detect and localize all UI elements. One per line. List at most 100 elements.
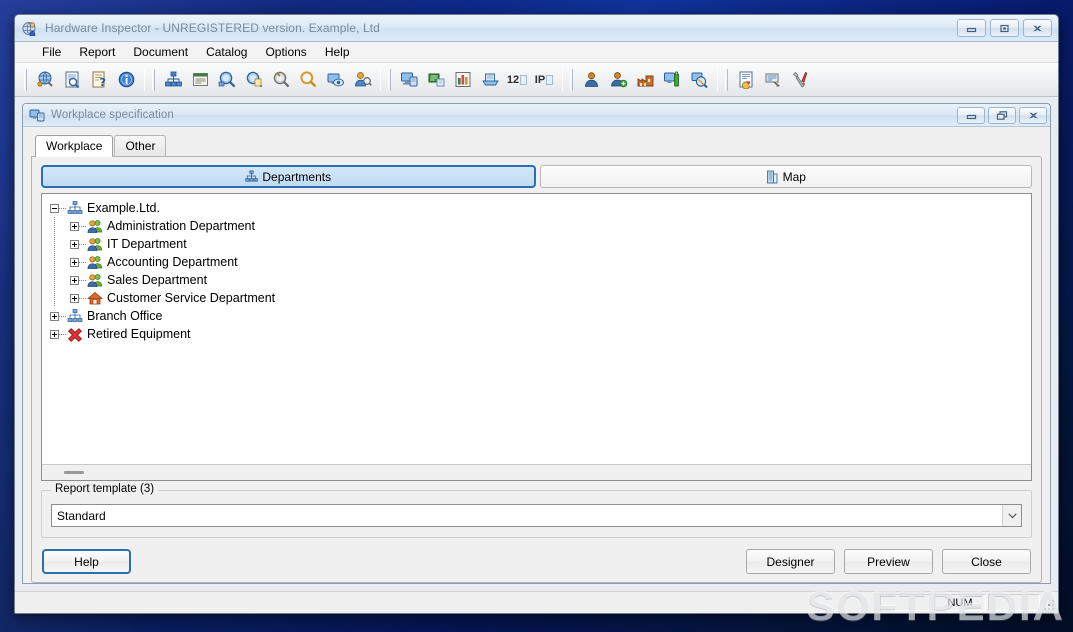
- add-employee-button[interactable]: [606, 68, 631, 92]
- tree-node-accounting-department[interactable]: Accounting Department: [50, 253, 1031, 271]
- close-button-dialog[interactable]: Close: [942, 549, 1031, 574]
- equipment-search-button[interactable]: [687, 68, 712, 92]
- menu-item-options[interactable]: Options: [256, 43, 315, 61]
- info-button[interactable]: [114, 68, 139, 92]
- main-application-window: Hardware Inspector - UNREGISTERED versio…: [14, 14, 1059, 614]
- toolbar-grip[interactable]: [24, 68, 27, 91]
- network-button[interactable]: [424, 68, 449, 92]
- export-button[interactable]: [761, 68, 786, 92]
- tree-expander-expand-icon[interactable]: [70, 221, 79, 231]
- department-tree[interactable]: Example.Ltd. Administration Department I…: [42, 194, 1031, 464]
- splitter-grip-icon: [64, 471, 84, 474]
- org-tree-icon: [245, 170, 259, 183]
- menu-item-document[interactable]: Document: [124, 43, 197, 61]
- toolbar: ? 12 IP: [15, 63, 1058, 97]
- document-help-button[interactable]: ?: [87, 68, 112, 92]
- numbering-button[interactable]: 12: [505, 68, 530, 92]
- minimize-button[interactable]: [957, 19, 986, 37]
- reports-button[interactable]: [734, 68, 759, 92]
- child-window-body: Workplace Other Departments Map Example.…: [23, 127, 1050, 583]
- people-icon: [87, 236, 103, 252]
- menu-item-file[interactable]: File: [33, 43, 70, 61]
- find-other-button[interactable]: [269, 68, 294, 92]
- close-button[interactable]: [1023, 19, 1052, 37]
- menu-item-report[interactable]: Report: [70, 43, 124, 61]
- find-user-button[interactable]: [350, 68, 375, 92]
- org-tree-icon: [67, 200, 83, 216]
- find-equipment-button[interactable]: [215, 68, 240, 92]
- ip-address-button[interactable]: IP: [532, 68, 557, 92]
- toolbar-group-reports: [733, 67, 814, 93]
- tab-workplace[interactable]: Workplace: [35, 135, 114, 157]
- chevron-down-icon[interactable]: [1002, 505, 1021, 526]
- child-restore-button[interactable]: [988, 106, 1016, 124]
- child-close-button[interactable]: [1019, 106, 1047, 124]
- inventory-view-button[interactable]: [323, 68, 348, 92]
- toolbar-grip[interactable]: [388, 68, 391, 91]
- help-button[interactable]: Help: [42, 549, 131, 574]
- tree-expander-expand-icon[interactable]: [70, 257, 79, 267]
- tree-connector: [59, 207, 67, 209]
- workplace-specification-window: Workplace specification Workplace Other …: [22, 103, 1051, 584]
- tree-expander-expand-icon[interactable]: [50, 329, 59, 339]
- tree-expander-collapse-icon[interactable]: [50, 203, 59, 213]
- list-button[interactable]: [188, 68, 213, 92]
- tree-connector: [59, 315, 67, 317]
- tree-node-customer-service-department[interactable]: Customer Service Department: [50, 289, 1031, 307]
- equipment-button[interactable]: [397, 68, 422, 92]
- tree-node-example-ltd[interactable]: Example.Ltd.: [50, 199, 1031, 217]
- tree-node-label: Example.Ltd.: [87, 201, 160, 215]
- vendors-button[interactable]: [633, 68, 658, 92]
- maximize-restore-button[interactable]: [990, 19, 1019, 37]
- tree-node-sales-department[interactable]: Sales Department: [50, 271, 1031, 289]
- tree-expander-expand-icon[interactable]: [70, 239, 79, 249]
- statistics-button[interactable]: [451, 68, 476, 92]
- tree-expander-expand-icon[interactable]: [50, 311, 59, 321]
- status-num-indicator: NUM: [934, 594, 986, 611]
- tree-connector: [79, 279, 87, 281]
- view-selector-departments-label: Departments: [262, 169, 332, 184]
- toolbar-grip[interactable]: [725, 68, 728, 91]
- tree-node-retired-equipment[interactable]: Retired Equipment: [50, 325, 1031, 343]
- toolbar-separator: [380, 68, 381, 91]
- tab-other[interactable]: Other: [114, 135, 167, 156]
- tree-node-it-department[interactable]: IT Department: [50, 235, 1031, 253]
- status-message-pane: [17, 594, 878, 611]
- designer-button[interactable]: Designer: [746, 549, 835, 574]
- toolbar-group-people: [578, 67, 713, 93]
- tree-node-administration-department[interactable]: Administration Department: [50, 217, 1031, 235]
- view-selector-map[interactable]: Map: [539, 165, 1032, 188]
- org-tree-icon: [67, 308, 83, 324]
- report-template-combobox[interactable]: Standard: [51, 504, 1022, 527]
- tree-connector: [79, 225, 87, 227]
- supplies-button[interactable]: [660, 68, 685, 92]
- toolbar-group-general: ?: [32, 67, 140, 93]
- app-globe-person-icon: [22, 20, 39, 37]
- tree-node-label: Retired Equipment: [87, 327, 191, 341]
- tree-connector: [79, 243, 87, 245]
- menu-item-catalog[interactable]: Catalog: [197, 43, 256, 61]
- tree-node-branch-office[interactable]: Branch Office: [50, 307, 1031, 325]
- toolbar-grip[interactable]: [152, 68, 155, 91]
- toolbar-separator: [144, 68, 145, 91]
- view-selector-departments[interactable]: Departments: [41, 165, 536, 188]
- document-preview-button[interactable]: [60, 68, 85, 92]
- preview-button[interactable]: Preview: [844, 549, 933, 574]
- find-document-button[interactable]: [242, 68, 267, 92]
- departments-button[interactable]: [161, 68, 186, 92]
- search-button[interactable]: [296, 68, 321, 92]
- settings-tools-button[interactable]: [788, 68, 813, 92]
- tabstrip: Workplace Other: [31, 134, 1042, 157]
- employees-button[interactable]: [579, 68, 604, 92]
- workplaces-button[interactable]: [33, 68, 58, 92]
- toolbar-grip[interactable]: [570, 68, 573, 91]
- status-pane-blank-1: [880, 594, 932, 611]
- tree-splitter-handle[interactable]: [42, 464, 1031, 480]
- menu-item-help[interactable]: Help: [316, 43, 359, 61]
- tree-node-label: IT Department: [107, 237, 187, 251]
- printer-button[interactable]: [478, 68, 503, 92]
- resize-grip-icon[interactable]: [1042, 594, 1056, 611]
- tree-expander-expand-icon[interactable]: [70, 275, 79, 285]
- tree-expander-expand-icon[interactable]: [70, 293, 79, 303]
- child-minimize-button[interactable]: [957, 106, 985, 124]
